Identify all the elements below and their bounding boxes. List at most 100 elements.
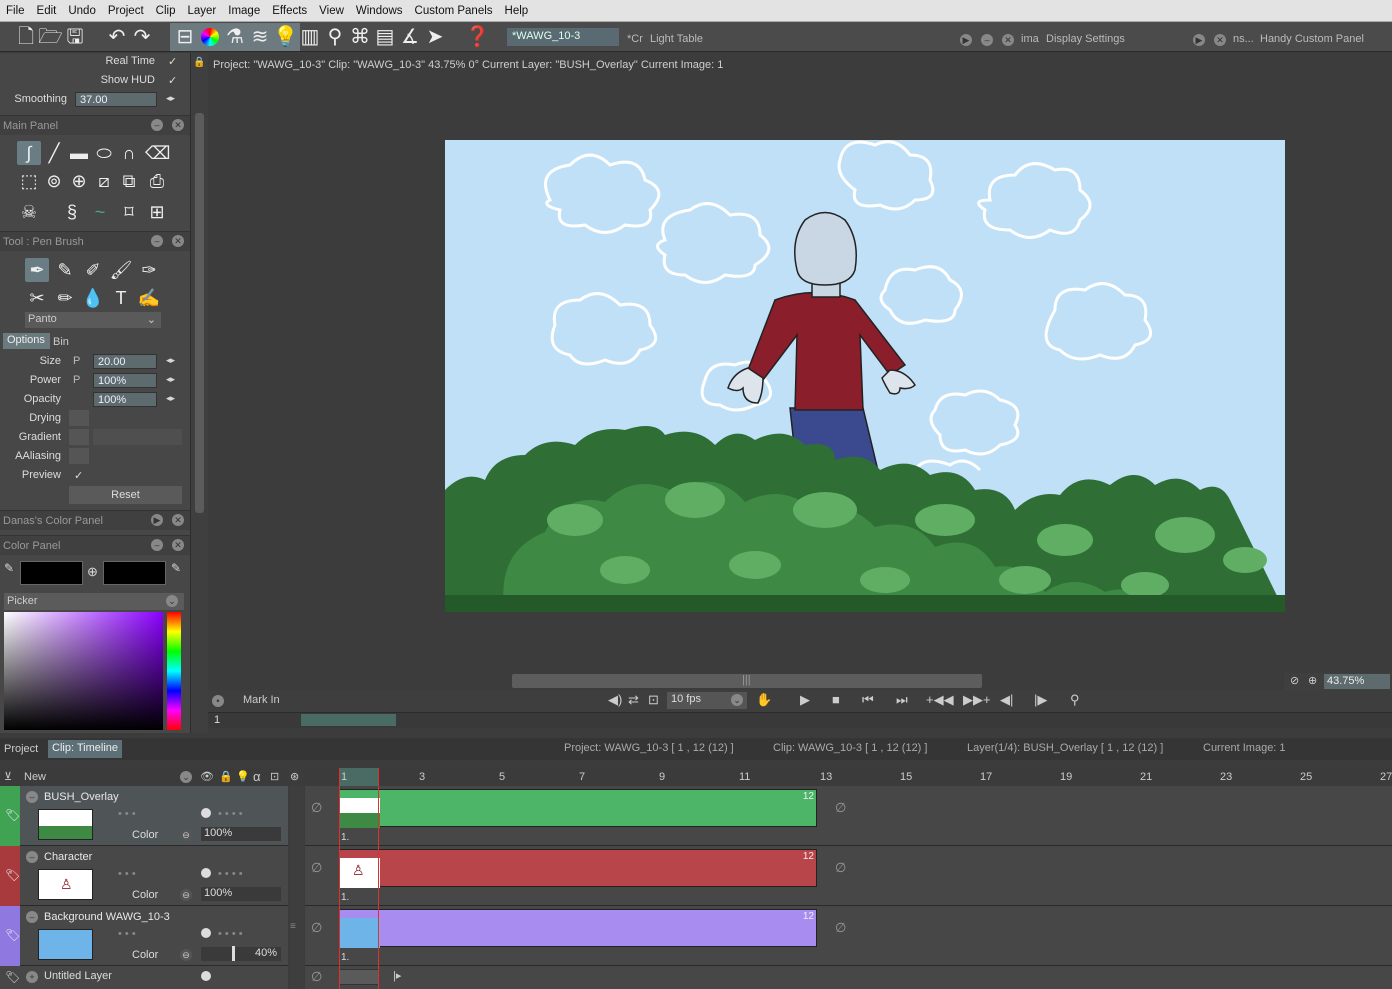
- stamp-icon[interactable]: ✍: [137, 286, 161, 310]
- bush-tool-icon[interactable]: ~: [88, 200, 112, 224]
- warp-tool-icon[interactable]: §: [60, 200, 84, 224]
- gradient-checkbox[interactable]: [69, 429, 89, 445]
- menu-view[interactable]: View: [313, 5, 350, 17]
- empty-cel[interactable]: [339, 969, 379, 985]
- tab-options[interactable]: Options: [3, 333, 50, 349]
- picker-header[interactable]: Picker ⌄: [4, 593, 184, 610]
- checkmark-icon[interactable]: ✓: [168, 74, 177, 87]
- help-icon[interactable]: ❓: [465, 25, 490, 49]
- move-tool-icon[interactable]: ⊕: [67, 169, 91, 193]
- tab-project[interactable]: Project: [4, 743, 38, 755]
- drawing-stage[interactable]: [445, 140, 1285, 612]
- center-view-icon[interactable]: ⊕: [1308, 674, 1317, 687]
- drying-checkbox[interactable]: [69, 410, 89, 426]
- rotate-view-icon[interactable]: ⊘: [1290, 674, 1299, 687]
- layer-row[interactable]: 🏷 – Background WAWG_10-3 • • • • • • • C…: [0, 906, 288, 966]
- playback-range[interactable]: [301, 714, 396, 726]
- fast-forward-icon[interactable]: ▶▶+: [963, 692, 991, 708]
- transform-tool-icon[interactable]: ⧄: [92, 169, 116, 193]
- frame-icon[interactable]: ⊡: [648, 692, 659, 708]
- skull-tool-icon[interactable]: ☠: [17, 200, 41, 224]
- blend-mode-icon[interactable]: ⊖: [180, 889, 192, 901]
- angle-icon[interactable]: ∡: [398, 25, 422, 49]
- brush-icon[interactable]: 🖌: [109, 258, 133, 282]
- text-tool-icon[interactable]: T: [109, 286, 133, 310]
- menu-project[interactable]: Project: [102, 5, 150, 17]
- step-forward-icon[interactable]: |▶: [1034, 692, 1047, 708]
- play-icon[interactable]: ▶: [151, 514, 163, 526]
- select-tool-icon[interactable]: ⬚: [17, 169, 41, 193]
- layers-icon[interactable]: ≋: [248, 25, 272, 49]
- close-icon[interactable]: ✕: [1002, 34, 1014, 46]
- marker-pin-icon[interactable]: ⚲: [1070, 692, 1080, 708]
- primary-color-swatch[interactable]: [20, 561, 83, 585]
- library-icon[interactable]: ▤: [373, 25, 397, 49]
- size-field[interactable]: 20.00: [93, 354, 157, 369]
- ruler-icon[interactable]: ▥: [298, 25, 322, 49]
- collapse-icon[interactable]: –: [26, 791, 38, 803]
- pattern-tool-icon[interactable]: ⊞: [145, 200, 169, 224]
- play-icon[interactable]: ▶: [960, 34, 972, 46]
- fps-dropdown[interactable]: 10 fps ⌄: [667, 692, 747, 709]
- visibility-dot[interactable]: [201, 971, 211, 981]
- menu-custom-panels[interactable]: Custom Panels: [409, 5, 499, 17]
- new-file-icon[interactable]: 🗋: [14, 25, 38, 49]
- tab-ns[interactable]: ns...: [1233, 33, 1254, 45]
- eyedropper-icon[interactable]: ✎: [171, 561, 181, 575]
- collapse-icon[interactable]: –: [26, 911, 38, 923]
- visibility-dot[interactable]: [201, 928, 211, 938]
- tab-cr[interactable]: *Cr: [627, 33, 643, 45]
- mark-in-label[interactable]: Mark In: [243, 694, 280, 706]
- close-icon[interactable]: ✕: [172, 119, 184, 131]
- stepper-icon[interactable]: ◂▸: [166, 393, 175, 404]
- menu-layer[interactable]: Layer: [181, 5, 222, 17]
- close-icon[interactable]: ✕: [1214, 34, 1226, 46]
- tab-clip-timeline[interactable]: Clip: Timeline: [48, 740, 123, 758]
- target-icon[interactable]: ⊡: [270, 770, 279, 783]
- close-icon[interactable]: ✕: [172, 514, 184, 526]
- bezier-tool-icon[interactable]: ∩: [117, 141, 141, 165]
- lasso-tool-icon[interactable]: ⊚: [42, 169, 66, 193]
- tab-ima[interactable]: ima: [1021, 33, 1039, 45]
- blend-icon[interactable]: ✏: [53, 286, 77, 310]
- canvas-horizontal-scrollbar[interactable]: |||: [512, 674, 982, 688]
- close-icon[interactable]: ✕: [172, 235, 184, 247]
- layer-track[interactable]: ∅ ♙ 12 ∅ 1.: [305, 846, 1392, 906]
- playhead-line[interactable]: [339, 768, 340, 989]
- stepper-icon[interactable]: ◂▸: [166, 355, 175, 366]
- effects-icon[interactable]: ⚗: [223, 25, 247, 49]
- layer-opacity[interactable]: 100%: [201, 887, 281, 901]
- rewind-icon[interactable]: +◀◀: [926, 692, 954, 708]
- layer-row[interactable]: 🏷 – Character ♙ • • • • • • • Color ⊖ 10…: [0, 846, 288, 906]
- lightbulb-icon[interactable]: 💡: [273, 25, 298, 49]
- eraser-tool-icon[interactable]: ⌫: [145, 141, 170, 165]
- stepper-icon[interactable]: ◂▸: [166, 93, 175, 104]
- layer-track[interactable]: ∅ 12 ∅ 1.: [305, 906, 1392, 966]
- stack-icon[interactable]: ⊻: [4, 770, 12, 783]
- marker-icon[interactable]: ✐: [81, 258, 105, 282]
- visibility-dot[interactable]: [201, 808, 211, 818]
- left-panel-scrollbar[interactable]: [190, 53, 208, 733]
- layer-name[interactable]: BUSH_Overlay: [44, 791, 119, 803]
- current-frame-field[interactable]: 1: [214, 714, 220, 726]
- crop-tool-icon[interactable]: ⧉: [117, 169, 141, 193]
- playback-ruler[interactable]: 1: [208, 712, 1392, 728]
- options-icon[interactable]: •: [212, 695, 224, 707]
- fill-icon[interactable]: 💧: [81, 286, 105, 310]
- close-icon[interactable]: ✕: [172, 539, 184, 551]
- layer-name[interactable]: Character: [44, 851, 92, 863]
- power-field[interactable]: 100%: [93, 373, 157, 388]
- camera-tool-icon[interactable]: ⎙: [145, 169, 169, 193]
- hand-icon[interactable]: ✋: [756, 692, 772, 708]
- doc-tab[interactable]: *WAWG_10-3: [507, 28, 619, 46]
- menu-image[interactable]: Image: [222, 5, 266, 17]
- zoom-field[interactable]: 43.75%: [1324, 674, 1390, 689]
- sound-icon[interactable]: ◀): [608, 692, 622, 708]
- redo-icon[interactable]: ↷: [130, 25, 154, 49]
- chevron-down-icon[interactable]: ⌄: [180, 771, 192, 783]
- layer-track[interactable]: ∅ 12 ∅ 1.: [305, 786, 1392, 846]
- layer-row[interactable]: 🏷 – BUSH_Overlay • • • • • • • Color ⊖ 1…: [0, 786, 288, 846]
- checkmark-icon[interactable]: ✓: [168, 55, 177, 68]
- pen-brush-icon[interactable]: ✒: [25, 258, 49, 282]
- lightbulb-icon[interactable]: 💡: [236, 770, 250, 783]
